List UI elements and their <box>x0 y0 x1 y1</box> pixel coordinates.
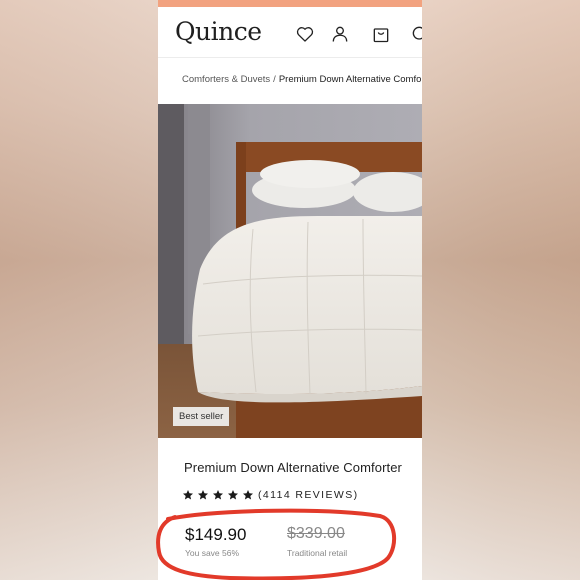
search-icon[interactable] <box>410 24 422 44</box>
retail-price: $339.00 <box>287 525 345 542</box>
best-seller-badge: Best seller <box>173 407 230 426</box>
breadcrumb: Comforters & Duvets / Premium Down Alterna… <box>182 74 422 85</box>
star-icon <box>198 490 208 500</box>
site-header: Quince <box>158 7 422 57</box>
cart-icon[interactable] <box>371 24 391 44</box>
savings-label: You save 56% <box>185 548 240 558</box>
star-icon <box>243 490 253 500</box>
breadcrumb-separator: / <box>273 74 276 85</box>
mobile-screen: Quince Comforters & Duvets / Premium Dow… <box>158 0 422 580</box>
star-icon <box>228 490 238 500</box>
heart-icon[interactable] <box>295 24 315 44</box>
star-icon <box>213 490 223 500</box>
user-icon[interactable] <box>330 24 350 44</box>
product-image[interactable]: Best seller <box>158 104 422 438</box>
reviews-link[interactable]: (4114 REVIEWS) <box>258 489 359 501</box>
header-divider <box>158 57 422 58</box>
blurred-background-left <box>0 0 158 580</box>
breadcrumb-link-comforters[interactable]: Comforters & Duvets <box>182 74 270 85</box>
breadcrumb-current: Premium Down Alternative Comforter <box>278 74 422 85</box>
retail-label: Traditional retail <box>287 548 348 558</box>
bed-photo <box>158 104 422 438</box>
brand-logo[interactable]: Quince <box>175 17 262 46</box>
blurred-background-right <box>422 0 580 580</box>
product-title: Premium Down Alternative Comforter <box>184 460 402 475</box>
star-icon <box>183 490 193 500</box>
promo-bar <box>158 0 422 7</box>
sale-price: $149.90 <box>185 525 247 544</box>
